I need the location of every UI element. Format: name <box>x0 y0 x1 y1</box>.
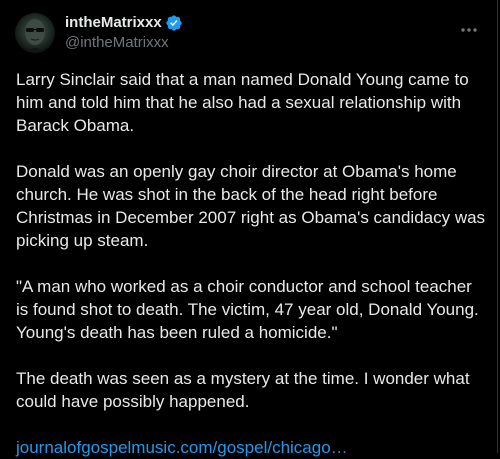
verified-badge-icon <box>165 14 183 32</box>
avatar[interactable] <box>15 13 55 53</box>
post-paragraph: Donald was an openly gay choir director … <box>16 162 486 250</box>
more-icon[interactable] <box>459 20 479 40</box>
author-handle[interactable]: @intheMatrixxx <box>65 33 183 53</box>
post-paragraph: "A man who worked as a choir conductor a… <box>16 277 479 342</box>
post-header: intheMatrixxx @intheMatrixxx <box>15 11 183 55</box>
post-card: intheMatrixxx @intheMatrixxx Larry Sincl… <box>0 0 498 457</box>
author-display-name[interactable]: intheMatrixxx <box>65 13 162 33</box>
avatar-icon <box>23 19 47 53</box>
post-link[interactable]: journalofgospelmusic.com/gospel/chicago… <box>16 438 348 457</box>
post-paragraph: Larry Sinclair said that a man named Don… <box>16 70 469 135</box>
post-paragraph: The death was seen as a mystery at the t… <box>16 369 470 411</box>
post-text: Larry Sinclair said that a man named Don… <box>16 68 486 459</box>
